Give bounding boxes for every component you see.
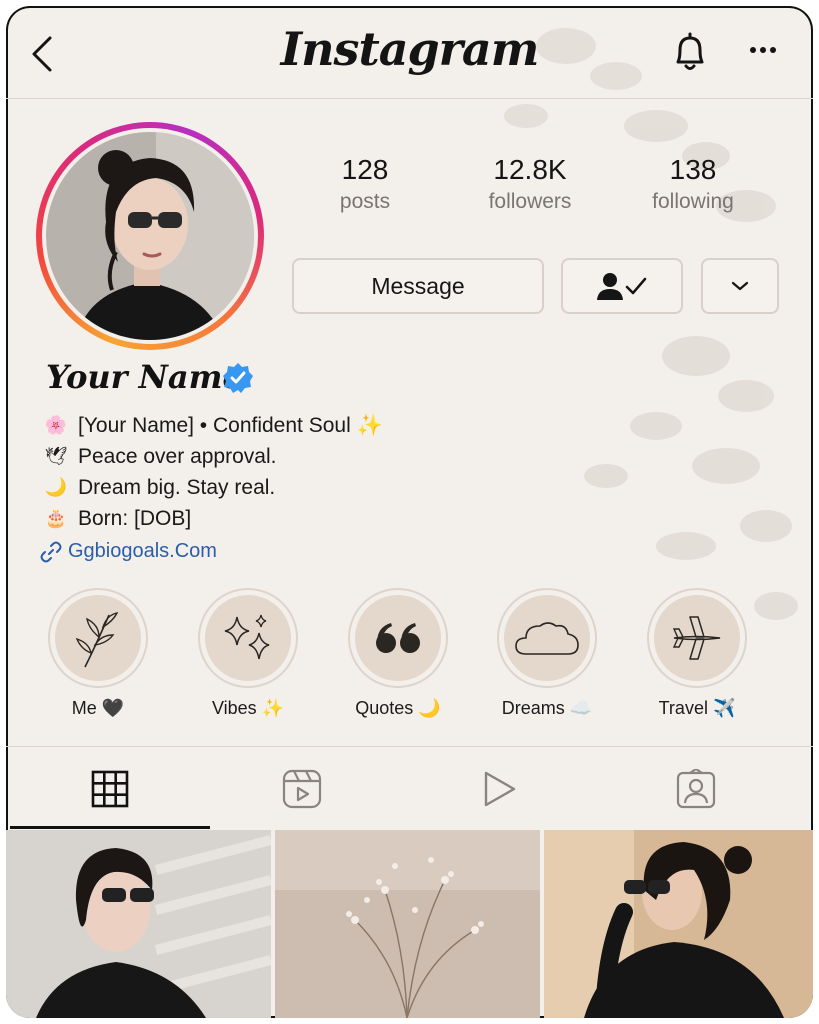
active-tab-indicator xyxy=(10,826,210,829)
chevron-down-icon xyxy=(731,281,749,291)
post-image xyxy=(275,830,540,1018)
highlight-label: Travel ✈️ xyxy=(658,698,736,718)
top-bar: Instagram xyxy=(6,6,813,99)
bio-text: Dream big. Stay real. xyxy=(78,476,276,499)
content-tabs xyxy=(6,746,813,831)
leaf-icon xyxy=(75,612,119,668)
profile-avatar-story-ring[interactable] xyxy=(36,122,264,350)
bio-text: [Your Name] • Confident Soul ✨ xyxy=(78,414,383,437)
posts-stat[interactable]: 128 posts xyxy=(290,154,440,214)
more-options-icon[interactable] xyxy=(746,40,780,60)
verified-badge-icon xyxy=(223,363,253,393)
highlight-label: Me 🖤 xyxy=(71,698,125,718)
post-thumbnail[interactable] xyxy=(275,830,540,1018)
bio-line: 🕊 Peace over approval. xyxy=(44,441,383,472)
bio-emoji: 🕊 xyxy=(44,446,68,466)
followers-count: 12.8K xyxy=(493,154,567,185)
tab-tagged[interactable] xyxy=(596,747,796,831)
bio-emoji: 🌸 xyxy=(44,415,68,435)
highlight-label: Vibes ✨ xyxy=(211,698,285,718)
video-icon xyxy=(484,771,516,807)
profile-name: Your Name xyxy=(46,358,243,396)
highlight-quotes[interactable]: Quotes 🌙 xyxy=(346,588,450,719)
suggested-dropdown-button[interactable] xyxy=(701,258,779,314)
following-button[interactable] xyxy=(561,258,683,314)
tab-reels[interactable] xyxy=(202,747,402,831)
profile-screen: Instagram 128 posts 12.8K followers 138 … xyxy=(6,6,813,1018)
highlight-vibes[interactable]: Vibes ✨ xyxy=(196,588,300,719)
highlight-travel[interactable]: Travel ✈️ xyxy=(645,588,749,719)
bio-text: Born: [DOB] xyxy=(78,507,192,530)
highlight-label: Dreams ☁️ xyxy=(501,698,593,718)
sparkles-icon xyxy=(224,614,270,660)
profile-avatar xyxy=(46,132,254,340)
following-count: 138 xyxy=(669,154,717,185)
tab-videos[interactable] xyxy=(400,747,600,831)
post-grid xyxy=(6,830,813,1018)
bio-emoji: 🌙 xyxy=(44,477,68,497)
quote-icon xyxy=(376,623,420,653)
post-thumbnail[interactable] xyxy=(6,830,271,1018)
message-button[interactable]: Message xyxy=(292,258,544,314)
notification-bell-icon[interactable] xyxy=(670,30,710,76)
bio: 🌸 [Your Name] • Confident Soul ✨ 🕊 Peace… xyxy=(44,410,383,534)
bio-line: 🌸 [Your Name] • Confident Soul ✨ xyxy=(44,410,383,441)
bio-line: 🌙 Dream big. Stay real. xyxy=(44,472,383,503)
airplane-icon xyxy=(672,616,721,660)
post-image xyxy=(544,830,813,1018)
followers-stat[interactable]: 12.8K followers xyxy=(455,154,605,214)
posts-count: 128 xyxy=(341,154,389,185)
profile-link-text: Ggbiogoals.Com xyxy=(68,540,217,562)
cloud-icon xyxy=(515,622,579,655)
post-thumbnail[interactable] xyxy=(544,830,813,1018)
following-stat[interactable]: 138 following xyxy=(618,154,768,214)
highlight-dreams[interactable]: Dreams ☁️ xyxy=(495,588,599,719)
post-image xyxy=(6,830,271,1018)
following-label: following xyxy=(652,190,734,213)
tagged-icon xyxy=(676,769,716,809)
link-icon xyxy=(40,541,62,562)
highlight-label: Quotes 🌙 xyxy=(355,698,441,718)
tab-grid[interactable] xyxy=(10,747,210,831)
bio-text: Peace over approval. xyxy=(78,445,277,468)
user-check-icon xyxy=(597,273,647,300)
highlight-me[interactable]: Me 🖤 xyxy=(46,588,150,719)
bio-emoji: 🎂 xyxy=(44,508,68,528)
followers-label: followers xyxy=(488,190,572,213)
posts-label: posts xyxy=(339,190,391,213)
reels-icon xyxy=(282,769,322,809)
bio-line: 🎂 Born: [DOB] xyxy=(44,503,383,534)
grid-icon xyxy=(91,770,129,808)
profile-link[interactable]: Ggbiogoals.Com xyxy=(40,540,217,563)
